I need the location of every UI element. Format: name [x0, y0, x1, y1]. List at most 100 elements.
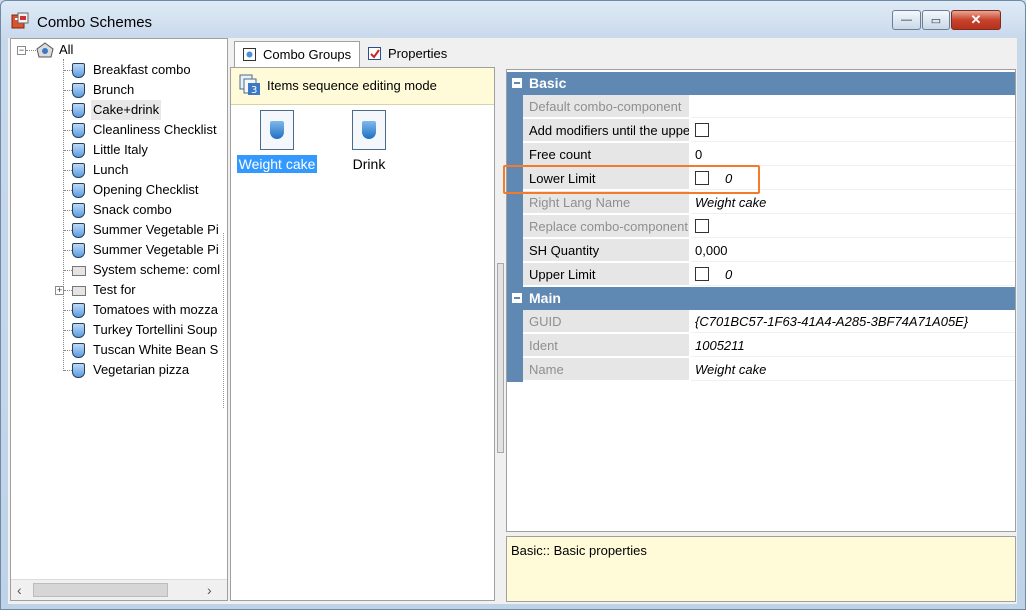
tree-connector	[64, 330, 72, 331]
property-value[interactable]: 0	[691, 263, 1015, 286]
property-row[interactable]: GUID {C701BC57-1F63-41A4-A285-3BF74A71A05…	[507, 310, 1015, 334]
property-row[interactable]: Add modifiers until the upper	[507, 119, 1015, 143]
tree-splitter[interactable]	[223, 233, 230, 408]
tree-item-label: System scheme: coml	[93, 262, 221, 277]
combo-groups-panel[interactable]: 3 Items sequence editing mode Weight cak…	[230, 67, 495, 601]
grid-margin	[507, 215, 523, 239]
property-checkbox[interactable]	[695, 267, 709, 281]
property-value-text: 0	[725, 267, 733, 282]
combo-scheme-icon	[72, 343, 85, 358]
group-label: Weight cake	[236, 155, 318, 173]
property-row[interactable]: Default combo-component	[507, 95, 1015, 119]
combo-scheme-icon	[72, 203, 85, 218]
scroll-right-icon[interactable]: ›	[207, 582, 212, 598]
group-item-drink[interactable]: Drink	[327, 110, 411, 180]
property-row[interactable]: Right Lang Name Weight cake	[507, 191, 1015, 215]
tree-item-label: Breakfast combo	[93, 62, 191, 77]
mode-text: Items sequence editing mode	[267, 78, 437, 93]
close-button[interactable]: ✕	[951, 10, 1001, 30]
combo-scheme-app-icon	[11, 12, 29, 29]
tree-connector	[64, 190, 72, 191]
title-bar[interactable]: Combo Schemes — ▭ ✕	[1, 1, 1025, 41]
maximize-button[interactable]: ▭	[922, 10, 950, 30]
property-checkbox[interactable]	[695, 123, 709, 137]
combo-component-icon	[352, 110, 386, 150]
scrollbar-thumb[interactable]	[33, 583, 168, 597]
tree-connector	[64, 270, 72, 271]
scheme-folder-icon	[72, 266, 86, 276]
combo-groups-icon	[243, 48, 256, 61]
scroll-left-icon[interactable]: ‹	[17, 582, 22, 598]
property-row[interactable]: Name Weight cake	[507, 358, 1015, 382]
property-checkbox[interactable]	[695, 219, 709, 233]
tree-connector	[64, 150, 72, 151]
properties-icon	[368, 47, 381, 60]
property-row[interactable]: Replace combo-component	[507, 215, 1015, 239]
tree-expand-icon[interactable]: +	[55, 286, 64, 295]
svg-text:3: 3	[251, 85, 257, 96]
combo-scheme-icon	[72, 183, 85, 198]
property-category-main[interactable]: Main	[507, 287, 1015, 310]
property-value	[691, 215, 1015, 238]
tree-collapse-all-icon[interactable]: −	[17, 46, 26, 55]
combo-schemes-window: Combo Schemes — ▭ ✕ − All Breakfast comb…	[0, 0, 1026, 610]
tree-item-label: Brunch	[93, 82, 135, 97]
tree-connector	[64, 70, 72, 71]
grid-margin	[507, 263, 523, 287]
tab-properties[interactable]: Properties	[360, 41, 470, 67]
tree-item-label: Vegetarian pizza	[93, 362, 190, 377]
tree-item-label: Lunch	[93, 162, 129, 177]
property-row[interactable]: SH Quantity 0,000	[507, 239, 1015, 263]
grid-margin	[507, 310, 523, 334]
property-value: Weight cake	[691, 191, 1015, 214]
property-value: 1005211	[691, 334, 1015, 357]
tree-connector	[64, 310, 72, 311]
tree-connector	[26, 50, 36, 51]
tree-connector	[63, 59, 64, 371]
combo-scheme-icon	[72, 363, 85, 378]
tab-strip: Combo Groups Properties	[232, 41, 1016, 67]
group-item-weight-cake[interactable]: Weight cake	[235, 110, 319, 180]
grid-margin	[507, 143, 523, 167]
property-name: Replace combo-component	[523, 215, 689, 238]
combo-scheme-icon	[72, 223, 85, 238]
grid-margin	[507, 334, 523, 358]
property-value: {C701BC57-1F63-41A4-A285-3BF74A71A05E}	[691, 310, 1015, 333]
tree-connector	[64, 370, 72, 371]
property-name: GUID	[523, 310, 689, 333]
property-value[interactable]: 0	[691, 143, 1015, 166]
tree-horizontal-scrollbar[interactable]: ‹ ›	[11, 579, 227, 600]
scheme-tree-panel[interactable]: − All Breakfast combo Brunch Cake+drink Cle…	[10, 38, 228, 601]
property-grid[interactable]: Basic Default combo-component Add modifier…	[506, 69, 1016, 532]
property-value[interactable]: 0,000	[691, 239, 1015, 262]
property-name: Free count	[523, 143, 689, 166]
tree-item-label: Test for	[93, 282, 136, 297]
tree-connector	[64, 250, 72, 251]
property-row[interactable]: Ident 1005211	[507, 334, 1015, 358]
panel-splitter[interactable]	[497, 263, 504, 453]
property-value	[691, 95, 1015, 118]
group-label: Drink	[352, 156, 386, 172]
property-name: Right Lang Name	[523, 191, 689, 214]
category-label: Main	[529, 290, 561, 306]
tree-connector	[64, 110, 72, 111]
property-description: Basic:: Basic properties	[511, 543, 647, 558]
combo-scheme-icon	[72, 163, 85, 178]
tab-combo-groups[interactable]: Combo Groups	[234, 41, 360, 67]
all-schemes-icon	[36, 42, 54, 58]
property-row[interactable]: Free count 0	[507, 143, 1015, 167]
property-category-basic[interactable]: Basic	[507, 72, 1015, 95]
combo-scheme-icon	[72, 63, 85, 78]
category-collapse-icon[interactable]	[512, 78, 522, 88]
property-name: Add modifiers until the upper	[523, 119, 689, 142]
combo-scheme-icon	[72, 323, 85, 338]
property-value[interactable]	[691, 119, 1015, 142]
mode-bar: 3 Items sequence editing mode	[231, 68, 494, 105]
combo-component-icon	[260, 110, 294, 150]
scheme-tree[interactable]: − All Breakfast combo Brunch Cake+drink Cle…	[11, 39, 227, 579]
minimize-button[interactable]: —	[892, 10, 921, 30]
property-name: Ident	[523, 334, 689, 357]
tree-item-label: Little Italy	[93, 142, 148, 157]
category-collapse-icon[interactable]	[512, 293, 522, 303]
property-row[interactable]: Upper Limit 0	[507, 263, 1015, 287]
